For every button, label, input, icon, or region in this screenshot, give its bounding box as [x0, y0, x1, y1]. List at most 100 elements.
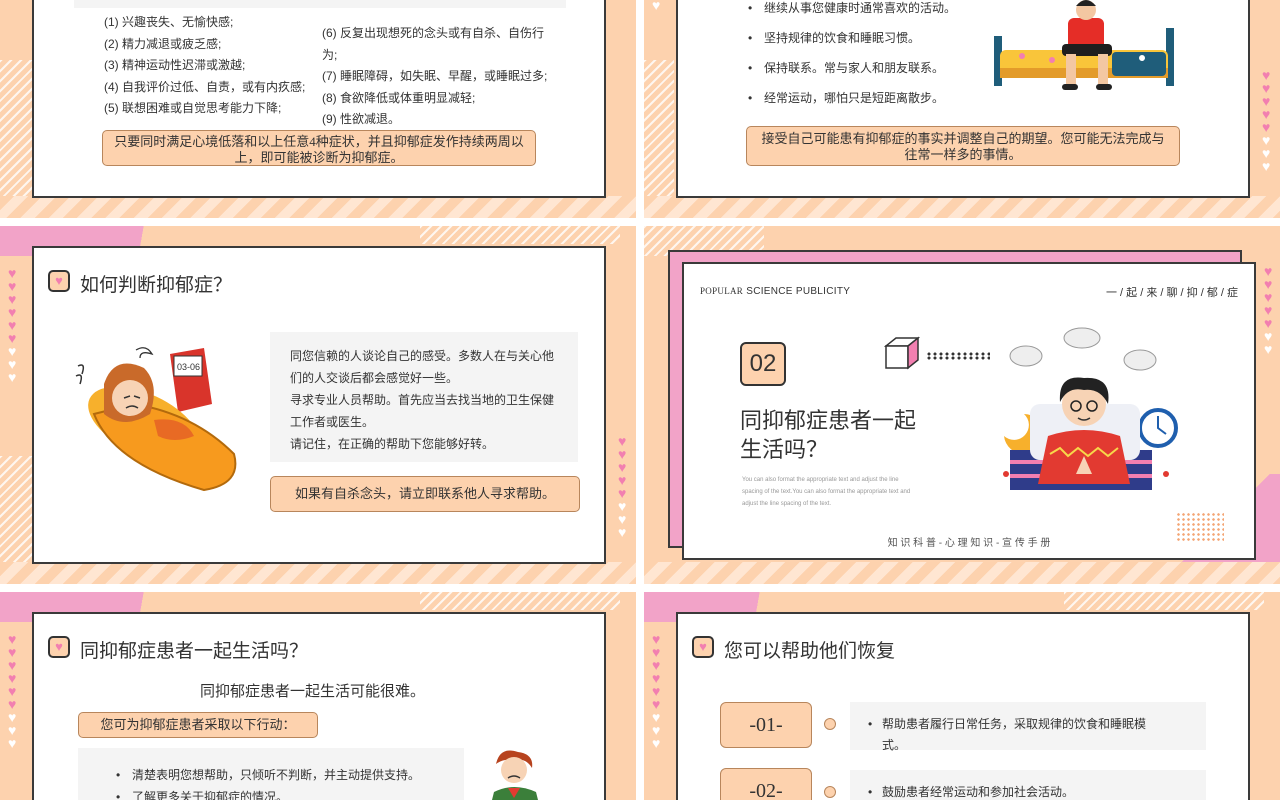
heart-icon: [618, 475, 628, 485]
list-item: 为;: [322, 47, 338, 62]
heart-icon: ♥: [692, 636, 714, 658]
dots-decor: [926, 352, 990, 360]
advice-line: 寻求专业人员帮助。首先应当去找当地的卫生保健: [290, 393, 555, 407]
heart-icon: [1262, 96, 1272, 106]
list-item: 清楚表明您想帮助，只倾听不判断，并主动提供支持。: [112, 764, 420, 786]
heart-icon: [8, 281, 18, 291]
decor-stripes: [420, 226, 620, 244]
advice-line: 工作者或医生。: [290, 415, 375, 429]
list-item: (5) 联想困难或自觉思考能力下降;: [104, 101, 282, 115]
heart-column: [1262, 70, 1272, 171]
calendar-label: 03-06: [177, 362, 200, 372]
advice-line: 请记住，在正确的帮助下您能够好转。: [290, 437, 495, 451]
heart-icon: [618, 514, 628, 524]
advice-line: 同您信赖的人谈论自己的感受。多数人在与关心他: [290, 349, 555, 363]
list-item: 经常运动，哪怕只是短距离散步。: [744, 83, 956, 113]
step-line: 式。: [882, 738, 907, 752]
heart-icon: [652, 673, 662, 683]
action-note: 您可为抑郁症患者采取以下行动：: [78, 712, 318, 738]
heart-icon: [8, 307, 18, 317]
list-item: (1) 兴趣丧失、无愉快感;: [104, 15, 234, 29]
step-text: • 帮助患者履行日常任务，采取规律的饮食和睡眠模 式。: [868, 714, 1182, 756]
heart-icon: [652, 634, 662, 644]
heart-icon: [618, 436, 628, 446]
heart-column: [652, 634, 662, 748]
heart-icon: [652, 0, 662, 10]
slide-thumbnail-3[interactable]: ♥ 如何判断抑郁症？ 03-06 同您信赖的人谈论自己的感受。多数人在与关心他 …: [0, 226, 636, 584]
heart-icon: [1262, 109, 1272, 119]
heart-column: [618, 436, 628, 537]
heart-icon: [8, 712, 18, 722]
step-text: • 鼓励患者经常运动和参加社会活动。: [868, 782, 1182, 800]
heart-icon: [8, 346, 18, 356]
heart-icon: [1262, 70, 1272, 80]
heart-icon: [1262, 161, 1272, 171]
heart-icon: [1264, 279, 1274, 289]
slide-thumbnail-6[interactable]: ♥ 您可以帮助他们恢复 -01- • 帮助患者履行日常任务，采取规律的饮食和睡眠…: [644, 592, 1280, 800]
heart-icon: [8, 673, 18, 683]
heart-icon: [1264, 305, 1274, 315]
step-line: 帮助患者履行日常任务，采取规律的饮食和睡眠模: [882, 717, 1147, 731]
decor-stripes: [0, 562, 636, 584]
slide-thumbnail-5[interactable]: ♥ 同抑郁症患者一起生活吗？ 同抑郁症患者一起生活可能很难。 您可为抑郁症患者采…: [0, 592, 636, 800]
heart-icon: [8, 634, 18, 644]
heart-icon: [652, 647, 662, 657]
list-item: 保持联系。常与家人和朋友联系。: [744, 53, 956, 83]
slide-card: ♥ 如何判断抑郁症？ 03-06 同您信赖的人谈论自己的感受。多数人在与关心他 …: [32, 246, 606, 564]
desc-line: You can also format the appropriate text…: [742, 477, 899, 483]
heart-icon: [8, 647, 18, 657]
desc-line: adjust the line spacing of the text.: [742, 501, 832, 507]
step-dot: [824, 786, 836, 798]
heart-icon: [8, 699, 18, 709]
brand-small: POPULAR: [700, 286, 744, 296]
description-text: You can also format the appropriate text…: [742, 474, 942, 510]
list-item: (9) 性欲减退。: [322, 112, 401, 126]
cover-card: POPULAR SCIENCE PUBLICITY 一 / 起 / 来 / 聊 …: [682, 262, 1256, 560]
slide-card: (1) 兴趣丧失、无愉快感; (2) 精力减退或疲乏感; (3) 精神运动性迟滞…: [32, 0, 606, 198]
decor-stripes: [420, 592, 620, 610]
acceptance-note: 接受自己可能患有抑郁症的事实并调整自己的期望。您可能无法完成与往常一样多的事情。: [746, 126, 1180, 166]
slide-card: ♥ 您可以帮助他们恢复 -01- • 帮助患者履行日常任务，采取规律的饮食和睡眠…: [676, 612, 1250, 800]
sitting-on-bed-illustration: [994, 0, 1174, 90]
step-line: 鼓励患者经常运动和参加社会活动。: [882, 785, 1075, 799]
heart-icon: [8, 268, 18, 278]
heart-icon: [652, 660, 662, 670]
heart-icon: ♥: [48, 270, 70, 292]
advice-paragraph: 同您信赖的人谈论自己的感受。多数人在与关心他 们的人交谈后都会感觉好一些。 寻求…: [290, 345, 570, 455]
desc-line: spacing of the text.You can also format …: [742, 489, 911, 495]
list-item: 坚持规律的饮食和睡眠习惯。: [744, 23, 956, 53]
action-list: 清楚表明您想帮助，只倾听不判断，并主动提供支持。 了解更多关于抑郁症的情况。: [112, 764, 420, 800]
heart-icon: [1264, 331, 1274, 341]
heart-icon: ♥: [48, 636, 70, 658]
slide-thumbnail-2[interactable]: 继续从事您健康时通常喜欢的活动。 坚持规律的饮食和睡眠习惯。 保持联系。常与家人…: [644, 0, 1280, 218]
heart-icon: [1262, 122, 1272, 132]
step-dot: [824, 718, 836, 730]
list-item: (4) 自我评价过低、自责，或有内疚感;: [104, 79, 306, 94]
heart-icon: [652, 699, 662, 709]
decor-stripes: [0, 196, 636, 218]
decor-stripes: [644, 562, 1280, 584]
heart-icon: [1262, 148, 1272, 158]
brand-left: POPULAR SCIENCE PUBLICITY: [700, 286, 850, 297]
diagnosis-note: 只要同时满足心境低落和以上任意4种症状，并且抑郁症发作持续两周以上，即可能被诊断…: [102, 130, 536, 166]
top-box: [74, 0, 566, 8]
slide-subtitle: 同抑郁症患者一起生活可能很难。: [200, 684, 426, 700]
suicide-help-note: 如果有自杀念头，请立即联系他人寻求帮助。: [270, 476, 580, 512]
symptom-list-left: (1) 兴趣丧失、无愉快感; (2) 精力减退或疲乏感; (3) 精神运动性迟滞…: [104, 12, 334, 120]
heart-icon: [8, 372, 18, 382]
heart-icon: [652, 686, 662, 696]
list-item: 继续从事您健康时通常喜欢的活动。: [744, 0, 956, 23]
slide-card: ♥ 同抑郁症患者一起生活吗？ 同抑郁症患者一起生活可能很难。 您可为抑郁症患者采…: [32, 612, 606, 800]
slide-title: 如何判断抑郁症？: [80, 275, 233, 296]
heart-icon: [1262, 83, 1272, 93]
cover-footer: 知 识 科 普 - 心 理 知 识 - 宣 传 手 册: [887, 538, 1051, 549]
heart-icon: [1262, 135, 1272, 145]
step-number-01: -01-: [720, 702, 812, 748]
advice-line: 们的人交谈后都会感觉好一些。: [290, 371, 459, 385]
decor-stripes: [1064, 592, 1264, 610]
list-item: (3) 精神运动性迟滞或激越;: [104, 58, 246, 72]
slide-thumbnail-4[interactable]: POPULAR SCIENCE PUBLICITY 一 / 起 / 来 / 聊 …: [644, 226, 1280, 584]
decor-stripes: [644, 196, 1280, 218]
meditating-boy-illustration: [1003, 327, 1178, 490]
slide-thumbnail-1[interactable]: (1) 兴趣丧失、无愉快感; (2) 精力减退或疲乏感; (3) 精神运动性迟滞…: [0, 0, 636, 218]
